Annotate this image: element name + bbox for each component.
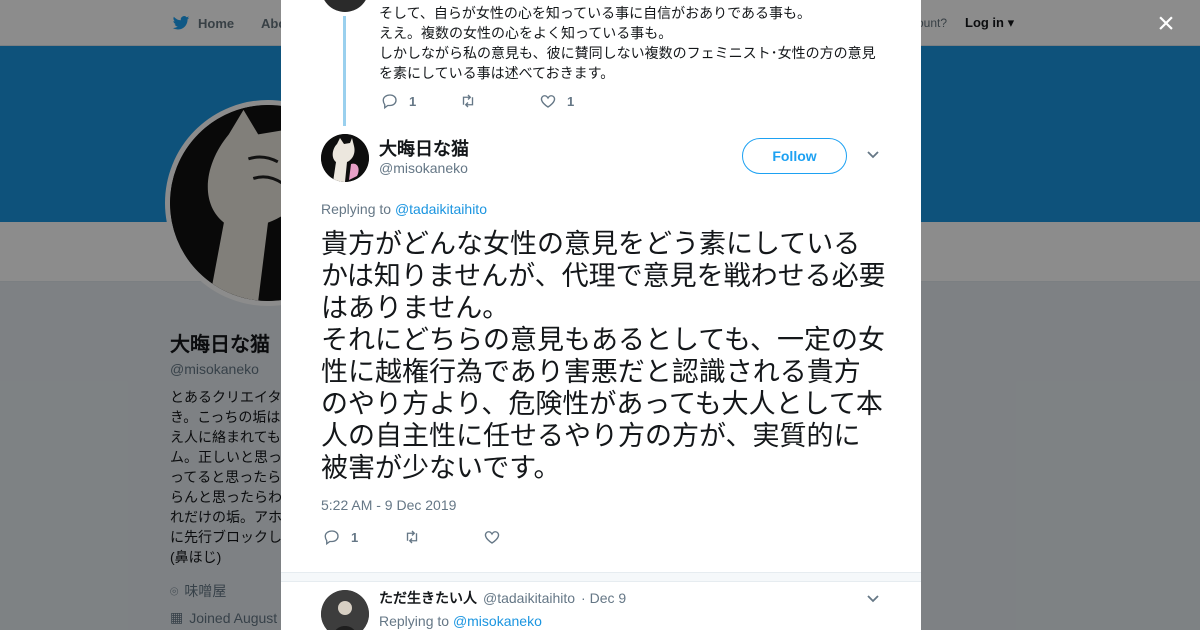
main-tweet-author-handle[interactable]: @misokaneko	[379, 160, 468, 176]
previous-tweet-line: そして、自らが女性の心を知っている事に自信がおありである事も。	[379, 5, 812, 21]
main-tweet-timestamp[interactable]: 5:22 AM - 9 Dec 2019	[321, 497, 456, 513]
chevron-down-icon[interactable]	[865, 146, 881, 162]
retweet-icon	[459, 92, 477, 110]
replying-prefix: Replying to	[379, 613, 450, 629]
reply-author-handle[interactable]: @tadaikitaihito	[483, 590, 575, 606]
previous-tweet-line: しかしながら私の意見も、彼に賛同しない複数のフェミニスト･女性の方の意見を素にし…	[379, 45, 876, 81]
reply-tweet-header: ただ生きたい人 @tadaikitaihito · Dec 9	[379, 588, 626, 608]
previous-tweet-line: ええ。複数の女性の心をよく知っている事も。	[379, 25, 673, 41]
reply-count: 1	[351, 529, 359, 545]
like-action[interactable]: 1	[539, 92, 574, 110]
reply-action[interactable]: 1	[381, 92, 459, 110]
heart-icon	[483, 528, 501, 546]
previous-tweet-text: そして、自らが女性の心を知っている事に自信がおありである事も。 ええ。複数の女性…	[379, 3, 889, 83]
tweet-modal: そして、自らが女性の心を知っている事に自信がおありである事も。 ええ。複数の女性…	[281, 0, 921, 630]
thread-connector	[343, 16, 346, 126]
replying-to-link[interactable]: @tadaikitaihito	[395, 201, 487, 217]
replies-divider	[281, 572, 921, 582]
like-count: 1	[567, 93, 575, 109]
reply-replying-to: Replying to @misokaneko	[379, 613, 542, 629]
reply-tweet-avatar[interactable]	[321, 590, 369, 630]
replying-prefix: Replying to	[321, 201, 392, 217]
like-action[interactable]	[483, 528, 501, 546]
close-button[interactable]: ×	[1152, 9, 1180, 39]
retweet-icon	[403, 528, 421, 546]
reply-date[interactable]: · Dec 9	[581, 590, 626, 606]
retweet-action[interactable]	[403, 528, 483, 546]
main-tweet-text: 貴方がどんな女性の意見をどう素にしているかは知りませんが、代理で意見を戦わせる必…	[321, 229, 886, 483]
previous-tweet-avatar[interactable]	[321, 0, 369, 12]
replying-to: Replying to @tadaikitaihito	[321, 201, 487, 217]
reply-count: 1	[409, 93, 417, 109]
previous-tweet-actions: 1 1	[381, 92, 574, 110]
main-tweet-actions: 1	[323, 528, 501, 546]
main-tweet-author-name[interactable]: 大晦日な猫	[379, 135, 469, 161]
chevron-down-icon[interactable]	[865, 590, 881, 606]
reply-author-name[interactable]: ただ生きたい人	[379, 588, 477, 608]
follow-button[interactable]: Follow	[742, 138, 847, 174]
heart-icon	[539, 92, 557, 110]
reply-action[interactable]: 1	[323, 528, 403, 546]
reply-icon	[323, 528, 341, 546]
reply-icon	[381, 92, 399, 110]
main-tweet-avatar[interactable]	[321, 134, 369, 182]
retweet-action[interactable]	[459, 92, 539, 110]
replying-to-link[interactable]: @misokaneko	[453, 613, 542, 629]
